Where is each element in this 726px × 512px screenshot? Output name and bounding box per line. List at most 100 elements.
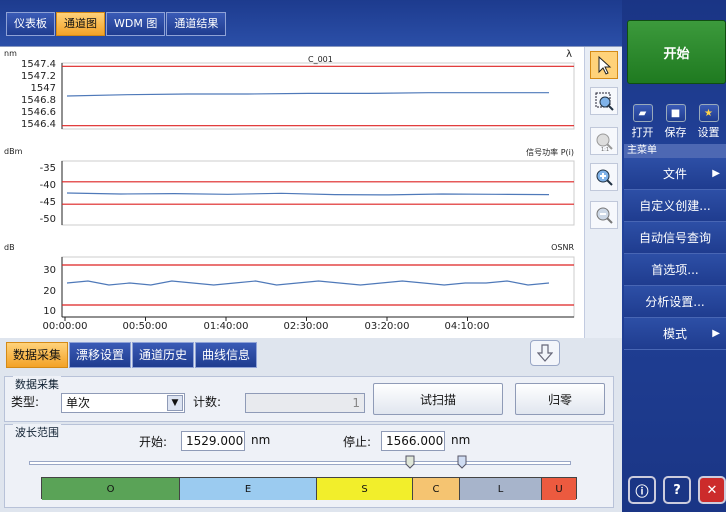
xtick: 02:30:00 xyxy=(283,321,329,332)
plot-canvas xyxy=(61,62,575,321)
type-select-value: 单次 xyxy=(66,396,91,410)
chevron-right-icon: ▶ xyxy=(712,168,720,179)
zoom-reset-button[interactable]: 1:1 xyxy=(590,127,618,155)
cursor-icon xyxy=(598,55,612,75)
save-button[interactable]: ■ 保存 xyxy=(659,104,692,140)
menu-item-file[interactable]: 文件 ▶ xyxy=(624,158,726,190)
handle-icon xyxy=(405,455,415,469)
plot-frame xyxy=(61,160,575,226)
count-field[interactable]: 1 xyxy=(245,393,365,413)
tab-data-acquisition[interactable]: 数据采集 xyxy=(6,342,69,368)
type-label: 类型: xyxy=(11,395,40,409)
ytick: 1547.2 xyxy=(21,71,56,82)
svg-text:1:1: 1:1 xyxy=(601,147,609,152)
close-button[interactable]: ✕ xyxy=(698,476,726,504)
tab-curve-info[interactable]: 曲线信息 xyxy=(195,342,258,368)
right-sidebar: 开始 ▰ 打开 ■ 保存 ★ 设置 主菜单 文件 ▶ 自定义创建... 自动信号… xyxy=(622,0,726,512)
plot-area: C_001 λ nm dBm dB 信号功率 P(i) OSNR 1547.4 … xyxy=(0,46,622,339)
stop-label: 停止: xyxy=(343,435,372,449)
settings-button[interactable]: ★ 设置 xyxy=(692,104,725,140)
tab-wdm-graph[interactable]: WDM 图 xyxy=(106,12,166,36)
close-icon: ✕ xyxy=(706,482,718,498)
save-label: 保存 xyxy=(664,126,687,139)
unit-panel-1: nm xyxy=(4,49,17,58)
menu-item-auto-signal-query[interactable]: 自动信号查询 xyxy=(624,222,726,254)
menu-item-mode[interactable]: 模式 ▶ xyxy=(624,318,726,350)
help-button[interactable]: ? xyxy=(663,476,691,504)
info-button[interactable]: ⓘ xyxy=(628,476,656,504)
handle-icon xyxy=(457,455,467,469)
start-wavelength-field[interactable]: 1529.000 xyxy=(181,431,245,451)
type-select[interactable]: 单次 ▼ xyxy=(61,393,185,413)
menu-item-analysis-settings[interactable]: 分析设置... xyxy=(624,286,726,318)
save-icon: ■ xyxy=(665,104,686,122)
star-icon: ★ xyxy=(698,104,719,122)
chevron-down-icon: ▼ xyxy=(167,395,183,411)
zero-button[interactable]: 归零 xyxy=(515,383,605,415)
xtick: 01:40:00 xyxy=(203,321,249,332)
band-bar: O E S C L U xyxy=(41,477,577,500)
trial-scan-button[interactable]: 试扫描 xyxy=(373,383,503,415)
tab-channel-results[interactable]: 通道结果 xyxy=(166,12,227,36)
acquisition-group-title: 数据采集 xyxy=(13,376,61,392)
start-button[interactable]: 开始 xyxy=(627,20,726,84)
plot-frame xyxy=(61,256,575,318)
app-window: 仪表板 通道图 WDM 图 通道结果 C_001 λ nm dBm dB 信号功… xyxy=(0,0,726,512)
slider-stop-handle[interactable] xyxy=(457,455,467,469)
unit-panel-2: dBm xyxy=(4,147,23,156)
slider-track xyxy=(29,461,571,465)
xtick: 00:50:00 xyxy=(122,321,168,332)
band-l: L xyxy=(460,478,542,500)
stop-wavelength-field[interactable]: 1566.000 xyxy=(381,431,445,451)
tab-drift-settings[interactable]: 漂移设置 xyxy=(69,342,132,368)
ytick: 1546.4 xyxy=(21,119,56,130)
plot-top-right-label: λ xyxy=(566,49,572,60)
start-label: 开始: xyxy=(139,435,168,449)
menu-item-label: 自定义创建... xyxy=(639,199,711,213)
wavelength-range-slider[interactable] xyxy=(29,455,571,471)
ytick: 1547.4 xyxy=(21,59,56,70)
menu-item-label: 分析设置... xyxy=(645,295,705,309)
ytick: -35 xyxy=(39,163,56,174)
wavelength-group-title: 波长范围 xyxy=(13,424,61,440)
chevron-right-icon: ▶ xyxy=(712,328,720,339)
plot-frame xyxy=(61,62,575,130)
wavelength-range-group: 波长范围 开始: 1529.000 nm 停止: 1566.000 nm O E xyxy=(4,424,614,508)
collapse-button[interactable] xyxy=(530,340,560,366)
menu-item-label: 文件 xyxy=(662,167,687,181)
band-u: U xyxy=(542,478,576,500)
band-c: C xyxy=(413,478,460,500)
label-panel-2: 信号功率 P(i) xyxy=(526,148,574,157)
info-icon: ⓘ xyxy=(635,484,649,500)
tab-channel-graph[interactable]: 通道图 xyxy=(56,12,105,36)
ytick: 1546.6 xyxy=(21,107,56,118)
zoom-in-button[interactable] xyxy=(590,163,618,191)
zoom-reset-icon: 1:1 xyxy=(596,133,613,152)
open-label: 打开 xyxy=(631,126,654,139)
down-arrow-icon xyxy=(537,344,553,362)
zoom-out-icon xyxy=(596,207,613,224)
bottom-panel: 数据采集 漂移设置 通道历史 曲线信息 数据采集 类型: 单次 ▼ 计数: 1 … xyxy=(0,338,622,512)
zoom-out-button[interactable] xyxy=(590,201,618,229)
slider-start-handle[interactable] xyxy=(405,455,415,469)
pointer-tool-button[interactable] xyxy=(590,51,618,79)
tab-dashboard[interactable]: 仪表板 xyxy=(6,12,55,36)
xtick: 03:20:00 xyxy=(364,321,410,332)
tab-channel-history[interactable]: 通道历史 xyxy=(132,342,195,368)
menu-item-preferences[interactable]: 首选项... xyxy=(624,254,726,286)
xtick: 00:00:00 xyxy=(42,321,88,332)
settings-label: 设置 xyxy=(697,126,720,139)
band-e: E xyxy=(180,478,317,500)
open-button[interactable]: ▰ 打开 xyxy=(626,104,659,140)
zoom-in-icon xyxy=(596,169,613,186)
menu-item-label: 模式 xyxy=(662,327,687,341)
ytick: 10 xyxy=(43,306,56,317)
label-panel-3: OSNR xyxy=(551,243,574,252)
start-unit: nm xyxy=(251,433,271,447)
ytick: 1547 xyxy=(30,83,56,94)
menu-item-custom-create[interactable]: 自定义创建... xyxy=(624,190,726,222)
top-tab-bar: 仪表板 通道图 WDM 图 通道结果 xyxy=(0,0,622,46)
ytick: -45 xyxy=(39,197,56,208)
ytick: 1546.8 xyxy=(21,95,56,106)
zoom-area-button[interactable] xyxy=(590,87,618,115)
